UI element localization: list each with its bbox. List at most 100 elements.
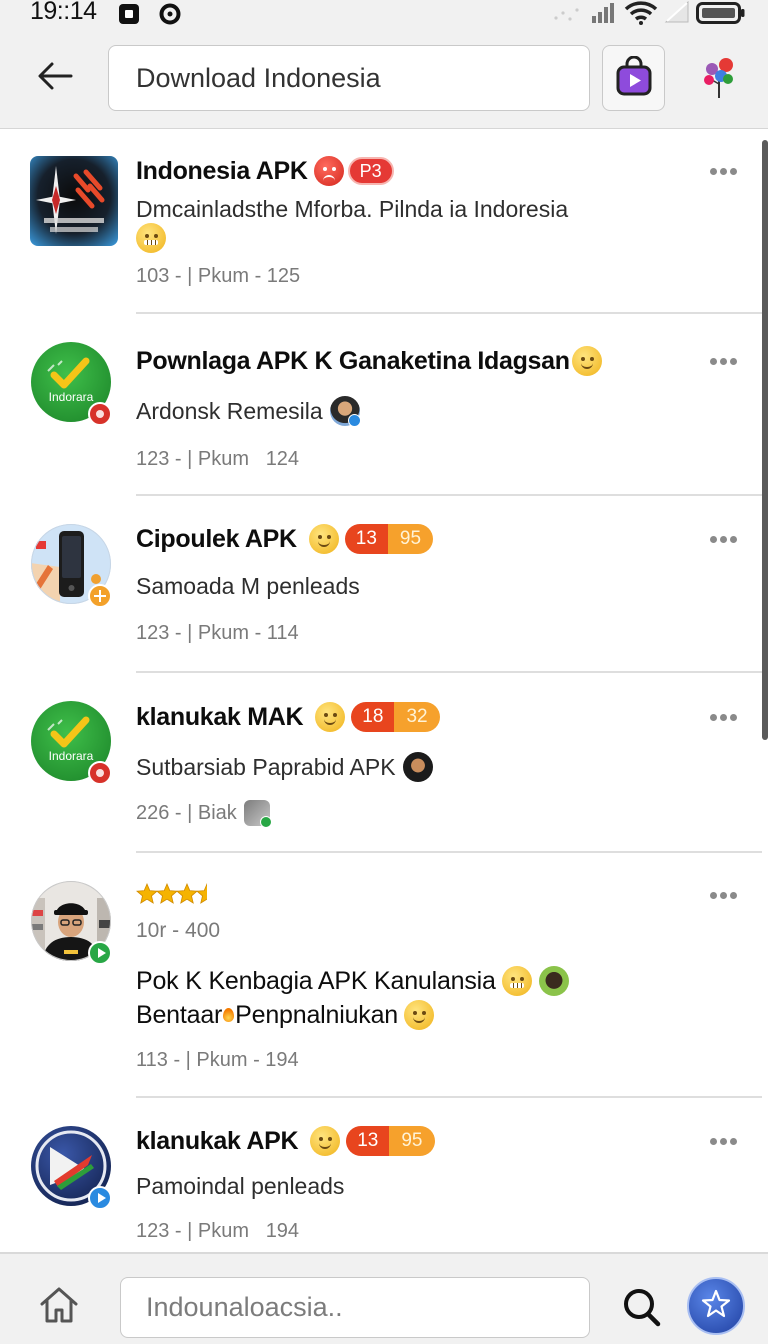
result-item[interactable]: Indorara klanukak MAK 18 32 Sutbarsiab P… bbox=[0, 673, 768, 853]
star-icon bbox=[176, 883, 198, 905]
star-assistant-icon bbox=[701, 1289, 731, 1324]
logo-text: Indorara bbox=[49, 749, 94, 763]
more-options-button[interactable] bbox=[704, 156, 744, 186]
more-options-button[interactable] bbox=[704, 702, 744, 732]
more-options-button[interactable] bbox=[704, 346, 744, 376]
star-rating bbox=[136, 881, 216, 907]
result-meta: 226 - | Biak bbox=[136, 801, 237, 824]
smile-emoji-icon bbox=[310, 1126, 341, 1156]
balloons-icon bbox=[699, 58, 739, 104]
bottom-search-field[interactable] bbox=[120, 1277, 590, 1338]
result-item[interactable]: Indonesia APK P3 Dmcainladsthe Mforba. P… bbox=[0, 129, 768, 314]
more-dots-icon bbox=[710, 536, 717, 543]
meta-row: 103 - | Pkum - 125 bbox=[136, 259, 300, 293]
result-item[interactable]: Cipoulek APK 13 95 Samoada M penleads 12… bbox=[0, 496, 768, 673]
back-arrow-icon bbox=[37, 61, 73, 96]
avatar bbox=[329, 396, 361, 427]
grimace-emoji-icon bbox=[136, 223, 166, 253]
count-badge-right: 32 bbox=[394, 702, 440, 732]
result-item[interactable]: klanukak APK 13 95 Pamoindal penleads 12… bbox=[0, 1098, 768, 1252]
play-store-bag-icon bbox=[615, 55, 653, 101]
status-bar: 19::14 bbox=[0, 0, 768, 36]
smile-emoji-icon bbox=[315, 702, 346, 732]
result-subtitle: Dmcainladsthe Mforba. Pilnda ia Indoresi… bbox=[136, 195, 569, 222]
compass-app-icon[interactable] bbox=[30, 156, 118, 246]
more-dots-icon bbox=[710, 1138, 717, 1145]
result-title[interactable]: Pok K Kenbagia APK Kanulansia bbox=[136, 967, 496, 996]
count-badge: 13 95 bbox=[346, 1126, 435, 1156]
title-row: Pok K Kenbagia APK Kanulansia bbox=[136, 964, 569, 998]
app-status-badge-icon bbox=[88, 761, 112, 785]
result-subtitle-part: Bentaar bbox=[136, 1000, 223, 1029]
meta-row: 123 - | Pkum 124 bbox=[136, 442, 299, 476]
back-button[interactable] bbox=[34, 60, 76, 96]
smile-emoji-icon bbox=[571, 346, 602, 376]
count-badge-left: 13 bbox=[344, 524, 388, 554]
more-options-button[interactable] bbox=[704, 524, 744, 554]
top-bar bbox=[0, 36, 768, 128]
play-badge-icon bbox=[88, 941, 112, 965]
red-face-emoji-icon bbox=[313, 156, 344, 186]
bottom-bar bbox=[0, 1252, 768, 1344]
subtitle-row: Samoada M penleads bbox=[136, 569, 360, 603]
count-badge-right: 95 bbox=[389, 1126, 435, 1156]
result-meta: 103 - | Pkum - 125 bbox=[136, 264, 301, 287]
star-icon bbox=[156, 883, 178, 905]
count-badge-left: 13 bbox=[346, 1126, 390, 1156]
add-badge-icon bbox=[88, 584, 112, 608]
more-dots-icon bbox=[710, 358, 717, 365]
star-icon bbox=[136, 883, 158, 905]
meta-row: 123 - | Pkum 194 bbox=[136, 1214, 299, 1248]
result-item[interactable]: 10r - 400 Pok K Kenbagia APK Kanulansia … bbox=[0, 853, 768, 1098]
title-row: Pownlaga APK K Ganaketina Idagsan bbox=[136, 344, 602, 378]
result-meta: 123 - | Pkum 194 bbox=[136, 1219, 300, 1242]
signal-icon bbox=[591, 2, 617, 29]
notification-icon bbox=[118, 3, 140, 30]
logo-text: Indorara bbox=[49, 390, 94, 404]
result-item[interactable]: Indorara Pownlaga APK K Ganaketina Idags… bbox=[0, 314, 768, 496]
rating-text: 10r - 400 bbox=[136, 919, 221, 942]
result-badge: P3 bbox=[347, 157, 394, 185]
scrollbar[interactable] bbox=[762, 140, 768, 740]
no-data-icon bbox=[664, 0, 690, 28]
smile-emoji-icon bbox=[308, 524, 339, 554]
screen: 19::14 Download Indonesia Indonesia APK … bbox=[0, 0, 768, 1344]
search-button[interactable] bbox=[622, 1287, 662, 1327]
clock-icon bbox=[159, 3, 181, 30]
result-title[interactable]: Indonesia APK bbox=[136, 157, 308, 186]
play-badge-icon bbox=[88, 1186, 112, 1210]
star-icon bbox=[196, 883, 216, 905]
result-title[interactable]: Pownlaga APK K Ganaketina Idagsan bbox=[136, 347, 570, 376]
count-badge: 13 95 bbox=[344, 524, 434, 554]
home-icon bbox=[38, 1287, 80, 1329]
flame-icon bbox=[223, 1008, 235, 1022]
result-title[interactable]: Cipoulek APK bbox=[136, 525, 297, 554]
title-row: Cipoulek APK 13 95 bbox=[136, 522, 434, 556]
title-row: klanukak APK 13 95 bbox=[136, 1124, 435, 1158]
result-subtitle: Pamoindal penleads bbox=[136, 1172, 345, 1199]
emoji-row bbox=[136, 222, 166, 254]
assistant-button[interactable] bbox=[687, 1277, 745, 1335]
bottom-search-input[interactable] bbox=[121, 1278, 589, 1337]
status-time: 19::14 bbox=[30, 0, 97, 25]
home-button[interactable] bbox=[38, 1285, 80, 1325]
more-options-button[interactable] bbox=[704, 1126, 744, 1156]
search-field[interactable] bbox=[108, 45, 590, 111]
title-row: klanukak MAK 18 32 bbox=[136, 700, 440, 734]
search-input[interactable] bbox=[109, 46, 589, 110]
store-button[interactable] bbox=[602, 45, 665, 111]
source-icon bbox=[243, 800, 272, 828]
result-subtitle-part: Penpnalniukan bbox=[235, 1000, 398, 1029]
result-subtitle: Samoada M penleads bbox=[136, 572, 360, 599]
count-badge-left: 18 bbox=[351, 702, 395, 732]
balloons-button[interactable] bbox=[699, 56, 739, 100]
result-title[interactable]: klanukak MAK bbox=[136, 703, 304, 732]
wifi-icon bbox=[624, 1, 658, 30]
sync-dots-icon bbox=[552, 4, 582, 29]
count-badge-right: 95 bbox=[387, 524, 434, 554]
results-list[interactable]: Indonesia APK P3 Dmcainladsthe Mforba. P… bbox=[0, 128, 768, 1252]
more-options-button[interactable] bbox=[704, 880, 744, 910]
subtitle-row: Dmcainladsthe Mforba. Pilnda ia Indoresi… bbox=[136, 192, 568, 226]
result-subtitle: Sutbarsiab Paprabid APK bbox=[136, 753, 396, 780]
result-title[interactable]: klanukak APK bbox=[136, 1127, 299, 1156]
